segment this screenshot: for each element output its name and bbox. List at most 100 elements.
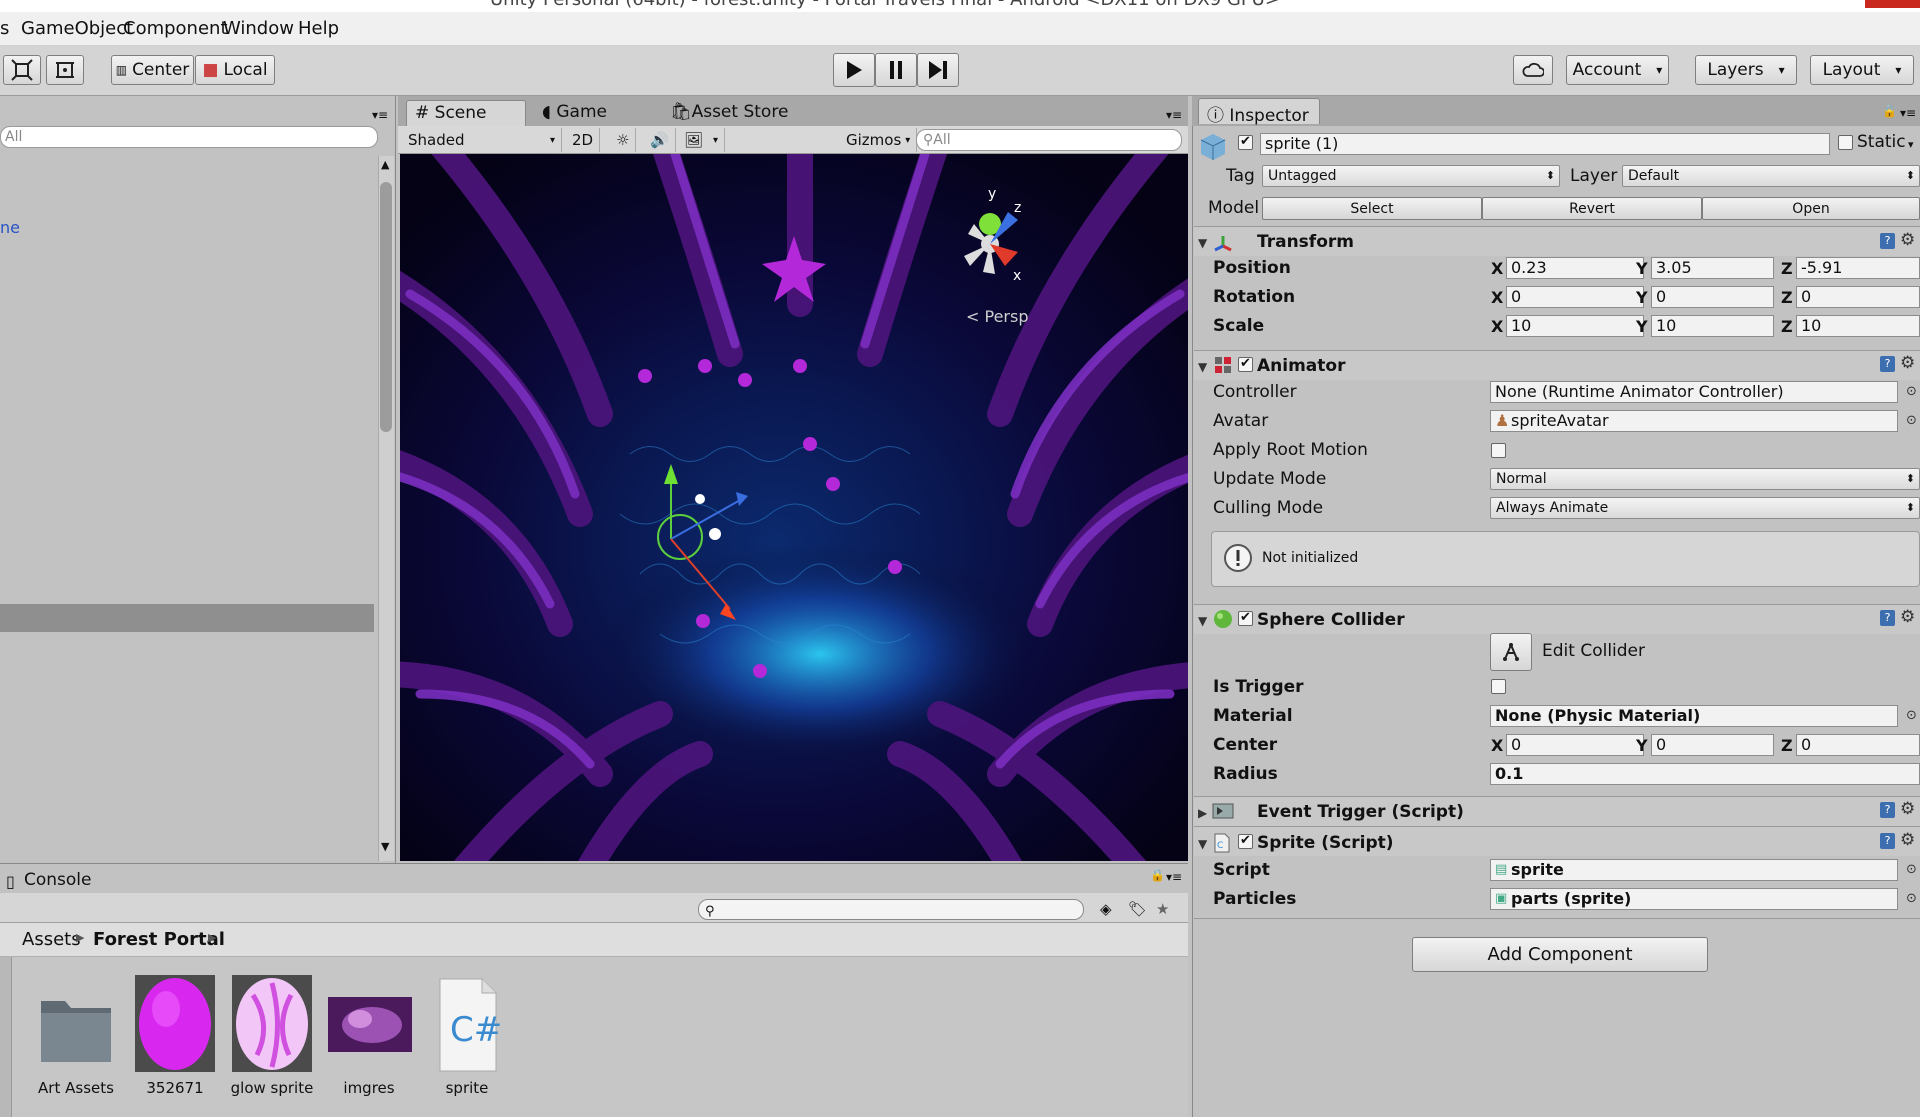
rect-tool-button[interactable] <box>3 55 41 85</box>
center-y-field[interactable]: 0 <box>1651 734 1774 756</box>
breadcrumb-forest-portal[interactable]: Forest Portal <box>93 929 225 950</box>
sprite-script-help-icon[interactable]: ? <box>1880 833 1895 849</box>
tab-asset-store[interactable]: 🛍Asset Store <box>662 100 796 126</box>
inspector-lock-icon[interactable]: 🔒 <box>1882 104 1897 118</box>
apply-root-motion-checkbox[interactable] <box>1491 443 1506 458</box>
project-search-input[interactable]: ⚲ <box>698 899 1084 920</box>
asset-art-assets[interactable]: Art Assets <box>27 975 125 1097</box>
layers-dropdown[interactable]: Layers <box>1695 55 1797 85</box>
material-picker-icon[interactable]: ⊙ <box>1906 708 1917 723</box>
scale-y-field[interactable]: 10 <box>1651 315 1774 337</box>
hierarchy-menu-icon[interactable]: ▾≡ <box>372 108 388 122</box>
animator-foldout-icon[interactable]: ▼ <box>1198 360 1207 374</box>
transform-gear-icon[interactable]: ⚙ <box>1900 230 1915 250</box>
tab-inspector[interactable]: ⓘ Inspector <box>1198 98 1320 126</box>
menu-component[interactable]: Component <box>123 18 228 39</box>
controller-field[interactable]: None (Runtime Animator Controller) <box>1490 381 1898 403</box>
sphere-collider-gear-icon[interactable]: ⚙ <box>1900 607 1915 627</box>
cloud-button[interactable] <box>1513 55 1553 85</box>
project-tree-scrollbar[interactable] <box>0 957 12 1117</box>
console-menu-icon[interactable]: ▾≡ <box>1166 870 1182 884</box>
tab-game[interactable]: ◖ Game <box>534 100 615 126</box>
is-trigger-checkbox[interactable] <box>1491 679 1506 694</box>
position-z-field[interactable]: -5.91 <box>1796 257 1920 279</box>
particles-picker-icon[interactable]: ⊙ <box>1906 891 1917 906</box>
animator-gear-icon[interactable]: ⚙ <box>1900 353 1915 373</box>
model-select-button[interactable]: Select <box>1262 197 1482 220</box>
asset-imgres[interactable]: imgres <box>320 975 418 1097</box>
sphere-collider-foldout-icon[interactable]: ▼ <box>1198 614 1207 628</box>
scale-x-field[interactable]: 10 <box>1506 315 1644 337</box>
scene-viewport[interactable]: y z x < Persp <box>400 154 1188 861</box>
shading-mode-dropdown[interactable]: Shaded ▾ <box>402 128 562 152</box>
rotation-z-field[interactable]: 0 <box>1796 286 1920 308</box>
material-field[interactable]: None (Physic Material) <box>1490 705 1898 727</box>
particles-field[interactable]: ▣ parts (sprite) <box>1490 888 1898 910</box>
event-trigger-foldout-icon[interactable]: ▶ <box>1198 806 1207 820</box>
culling-mode-dropdown[interactable]: Always Animate <box>1490 497 1920 519</box>
center-x-field[interactable]: 0 <box>1506 734 1644 756</box>
update-mode-dropdown[interactable]: Normal <box>1490 468 1920 490</box>
sphere-collider-enabled-checkbox[interactable]: ✔ <box>1238 611 1253 626</box>
breadcrumb-assets[interactable]: Assets <box>22 929 81 950</box>
scale-z-field[interactable]: 10 <box>1796 315 1920 337</box>
pivot-center-button[interactable]: ▥ Center <box>111 55 194 85</box>
account-dropdown[interactable]: Account <box>1566 55 1669 85</box>
event-trigger-help-icon[interactable]: ? <box>1880 802 1895 818</box>
pause-button[interactable] <box>875 53 917 87</box>
layout-dropdown[interactable]: Layout <box>1810 55 1914 85</box>
asset-glow-sprite[interactable]: glow sprite <box>223 975 321 1097</box>
scroll-up-arrow-icon[interactable]: ▲ <box>381 158 389 171</box>
hierarchy-selected-row[interactable] <box>0 604 374 632</box>
add-component-button[interactable]: Add Component <box>1412 937 1708 972</box>
layer-dropdown[interactable]: Default <box>1622 165 1920 187</box>
event-trigger-gear-icon[interactable]: ⚙ <box>1900 799 1915 819</box>
gizmos-dropdown[interactable]: Gizmos ▾ <box>840 128 918 152</box>
static-dropdown-arrow-icon[interactable]: ▾ <box>1908 138 1914 151</box>
menu-help[interactable]: Help <box>298 18 339 39</box>
model-open-button[interactable]: Open <box>1702 197 1920 220</box>
controller-picker-icon[interactable]: ⊙ <box>1906 384 1917 399</box>
sprite-script-gear-icon[interactable]: ⚙ <box>1900 830 1915 850</box>
pivot-local-button[interactable]: ■ Local <box>195 55 275 85</box>
animator-help-icon[interactable]: ? <box>1880 356 1895 372</box>
position-x-field[interactable]: 0.23 <box>1506 257 1644 279</box>
hierarchy-item[interactable]: ne <box>0 218 20 237</box>
lighting-toggle[interactable]: ☼ <box>610 128 637 152</box>
sprite-script-enabled-checkbox[interactable]: ✔ <box>1238 834 1253 849</box>
scroll-down-arrow-icon[interactable]: ▼ <box>381 840 389 853</box>
avatar-picker-icon[interactable]: ⊙ <box>1906 413 1917 428</box>
rotation-x-field[interactable]: 0 <box>1506 286 1644 308</box>
tag-dropdown[interactable]: Untagged <box>1262 165 1560 187</box>
inspector-menu-icon[interactable]: ▾≡ <box>1900 106 1916 120</box>
tab-console[interactable]: Console <box>24 870 92 890</box>
transform-help-icon[interactable]: ? <box>1880 233 1895 249</box>
avatar-field[interactable]: ♟ spriteAvatar <box>1490 410 1898 432</box>
mode-2d-toggle[interactable]: 2D <box>566 128 601 152</box>
tab-scene[interactable]: # Scene <box>406 100 526 126</box>
transform-tool-button[interactable] <box>46 55 84 85</box>
filter-label-icon[interactable]: 🏷 <box>1128 900 1147 918</box>
close-window-button[interactable] <box>1865 0 1920 8</box>
static-checkbox[interactable] <box>1838 135 1853 150</box>
console-lock-icon[interactable]: 🔒 <box>1150 868 1165 882</box>
sprite-script-foldout-icon[interactable]: ▼ <box>1198 837 1207 851</box>
gameobject-active-checkbox[interactable]: ✔ <box>1238 135 1253 150</box>
hierarchy-search-input[interactable]: All <box>0 126 378 148</box>
object-name-field[interactable]: sprite (1) <box>1260 133 1830 155</box>
asset-sprite-script[interactable]: C# sprite <box>418 975 516 1097</box>
model-revert-button[interactable]: Revert <box>1482 197 1702 220</box>
menu-window[interactable]: Window <box>223 18 294 39</box>
animator-enabled-checkbox[interactable]: ✔ <box>1238 357 1253 372</box>
transform-foldout-icon[interactable]: ▼ <box>1198 236 1207 250</box>
scene-menu-icon[interactable]: ▾≡ <box>1166 108 1182 122</box>
audio-toggle[interactable]: 🔊 <box>644 128 676 152</box>
step-button[interactable] <box>917 53 959 87</box>
script-picker-icon[interactable]: ⊙ <box>1906 862 1917 877</box>
effects-dropdown[interactable]: 🖼 ▾ <box>678 128 726 152</box>
scene-search-input[interactable]: ⚲All <box>916 129 1182 151</box>
script-field[interactable]: ▤ sprite <box>1490 859 1898 881</box>
radius-field[interactable]: 0.1 <box>1490 763 1920 785</box>
play-button[interactable] <box>833 53 875 87</box>
asset-352671[interactable]: 352671 <box>126 975 224 1097</box>
